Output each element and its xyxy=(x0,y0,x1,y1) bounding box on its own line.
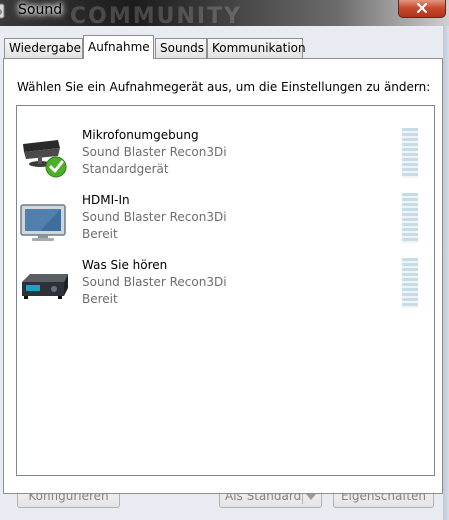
device-driver: Sound Blaster Recon3Di xyxy=(82,145,227,159)
tab-wiedergabe[interactable]: Wiedergabe xyxy=(4,38,83,58)
device-driver: Sound Blaster Recon3Di xyxy=(82,275,227,289)
device-item-was-sie-hoeren[interactable]: Was Sie hören Sound Blaster Recon3Di Ber… xyxy=(17,258,434,316)
window-title: Sound xyxy=(18,2,63,18)
close-icon xyxy=(416,2,428,14)
tab-aufnahme[interactable]: Aufnahme xyxy=(83,35,154,59)
device-driver: Sound Blaster Recon3Di xyxy=(82,210,227,224)
monitor-icon xyxy=(20,204,66,241)
instruction-text: Wählen Sie ein Aufnahmegerät aus, um die… xyxy=(17,80,431,94)
tab-sounds[interactable]: Sounds xyxy=(155,38,207,58)
tab-kommunikation[interactable]: Kommunikation xyxy=(207,38,306,58)
device-status: Bereit xyxy=(82,292,118,306)
close-button[interactable] xyxy=(398,0,446,18)
title-bar[interactable]: COMMUNITY Sound xyxy=(0,0,449,29)
microphone-icon xyxy=(23,140,67,178)
device-name: Mikrofonumgebung xyxy=(82,128,199,142)
tab-label: Kommunikation xyxy=(212,41,306,55)
tab-label: Aufnahme xyxy=(88,40,150,54)
level-meter xyxy=(402,128,418,178)
device-item-mikrofonumgebung[interactable]: Mikrofonumgebung Sound Blaster Recon3Di … xyxy=(17,128,434,186)
device-list[interactable]: Mikrofonumgebung Sound Blaster Recon3Di … xyxy=(16,105,435,476)
device-name: HDMI-In xyxy=(82,193,130,207)
window-edge xyxy=(443,26,449,520)
receiver-icon xyxy=(22,274,68,299)
chevron-down-icon[interactable] xyxy=(306,494,316,500)
device-item-hdmi-in[interactable]: HDMI-In Sound Blaster Recon3Di Bereit xyxy=(17,193,434,251)
tab-label: Sounds xyxy=(160,41,205,55)
speaker-icon xyxy=(0,3,5,19)
tab-panel: Wählen Sie ein Aufnahmegerät aus, um die… xyxy=(3,58,443,494)
device-name: Was Sie hören xyxy=(82,258,168,272)
device-status: Standardgerät xyxy=(82,162,169,176)
window-frame: Wiedergabe Aufnahme Sounds Kommunikation… xyxy=(0,26,449,520)
tab-label: Wiedergabe xyxy=(9,41,82,55)
level-meter xyxy=(402,258,418,308)
level-meter xyxy=(402,193,418,243)
device-status: Bereit xyxy=(82,227,118,241)
